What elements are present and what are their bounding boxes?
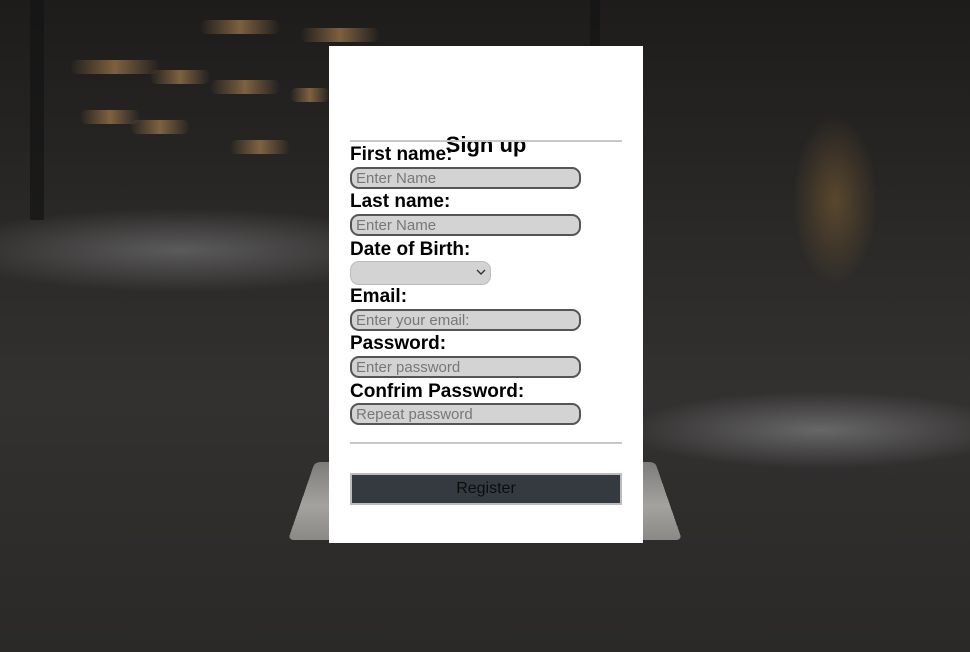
password-input[interactable] (350, 356, 581, 378)
background-slat (200, 20, 280, 34)
background-slat (300, 28, 380, 42)
background-post (590, 0, 600, 46)
email-label: Email: (350, 286, 408, 307)
confirm-password-label: Confrim Password: (350, 381, 525, 402)
first-name-label: First name: (350, 144, 453, 165)
email-input[interactable] (350, 309, 581, 331)
last-name-input[interactable] (350, 214, 581, 236)
background-slat (290, 88, 330, 102)
background-post (30, 0, 44, 220)
register-button[interactable]: Register (350, 473, 622, 505)
background-slat (230, 140, 290, 154)
password-label: Password: (350, 333, 447, 354)
signup-card: Sign up First name: Last name: Date of B… (329, 46, 643, 543)
background-slat (210, 80, 280, 94)
background-slat (130, 120, 190, 134)
chevron-down-icon (476, 265, 486, 281)
first-name-input[interactable] (350, 167, 581, 189)
date-of-birth-select[interactable] (350, 261, 491, 285)
background-slat (70, 60, 160, 74)
confirm-password-input[interactable] (350, 403, 581, 425)
top-divider (350, 140, 622, 142)
last-name-label: Last name: (350, 191, 451, 212)
bottom-divider (350, 442, 622, 444)
date-of-birth-label: Date of Birth: (350, 239, 471, 260)
background-slat (150, 70, 210, 84)
